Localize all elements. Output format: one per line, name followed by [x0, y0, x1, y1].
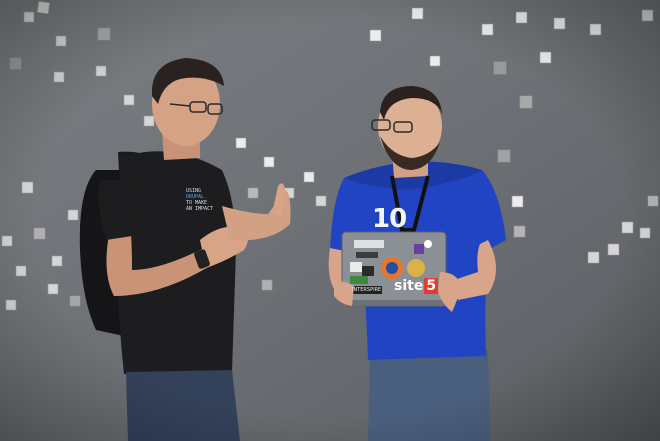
photo-scene: Using Drupal to make an impact 10 site 5 … [0, 0, 660, 441]
shirt-line-4: an impact [186, 206, 214, 212]
interspire-sticker: INTERSPIRE [352, 287, 382, 293]
site-sticker-box: 5 [424, 278, 439, 294]
scene-illustration [0, 0, 660, 441]
shirt-text-left: Using Drupal to make an impact [186, 188, 226, 212]
site-sticker-word: site [394, 278, 424, 294]
site-sticker: site 5 [394, 278, 439, 294]
vignette [0, 0, 660, 441]
shirt-number: 10 [372, 204, 407, 234]
